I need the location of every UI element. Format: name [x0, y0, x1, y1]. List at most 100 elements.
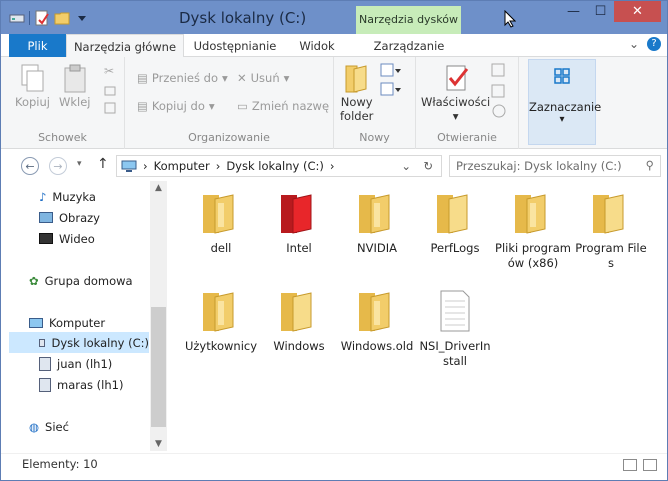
folder-item[interactable]: PerfLogs: [417, 189, 493, 256]
nav-item-music[interactable]: ♪ Muzyka: [39, 186, 96, 207]
tab-file[interactable]: Plik: [9, 34, 66, 57]
folder-icon: [345, 65, 367, 93]
large-icons-view-icon[interactable]: [643, 459, 657, 471]
details-view-icon[interactable]: [623, 459, 637, 471]
delete-label: Usuń: [250, 71, 280, 85]
up-arrow-icon[interactable]: ↑: [97, 156, 109, 172]
chevron-down-icon[interactable]: ⌄: [401, 159, 411, 173]
nav-item-homegroup[interactable]: ✿ Grupa domowa: [29, 270, 133, 291]
file-item[interactable]: NSI_DriverInstall: [417, 287, 493, 369]
nav-item-maras[interactable]: maras (lh1): [39, 374, 123, 395]
computer-icon: [121, 160, 137, 172]
drive-icon: [39, 338, 46, 347]
minimize-button[interactable]: —: [560, 1, 587, 22]
file-list: dell Intel NVIDIA PerfLogs Pliki program…: [167, 181, 667, 451]
move-icon: ▤: [137, 71, 148, 85]
copy-button[interactable]: Kopiuj: [15, 63, 50, 109]
group-new: Nowy folder Nowy: [334, 57, 416, 149]
folder-item[interactable]: Windows: [261, 287, 337, 354]
chevron-right-icon: ›: [143, 159, 148, 173]
select-grid-icon: [554, 68, 570, 84]
nav-item-pictures[interactable]: Obrazy: [39, 207, 100, 228]
nav-item-network[interactable]: ◍ Sieć: [29, 416, 69, 437]
nav-label: Komputer: [49, 315, 106, 330]
forward-button[interactable]: →: [49, 157, 67, 175]
nav-item-juan[interactable]: juan (lh1): [39, 353, 112, 374]
delete-button[interactable]: ✕ Usuń ▾: [237, 71, 289, 85]
recent-chevron-icon[interactable]: ▾: [77, 159, 82, 169]
group-label-open: Otwieranie: [437, 131, 497, 144]
nav-label: Dysk lokalny (C:): [51, 335, 149, 350]
paste-button[interactable]: Wklej: [59, 63, 91, 109]
maximize-button[interactable]: ☐: [587, 1, 614, 22]
scrollbar-thumb[interactable]: [151, 307, 166, 427]
item-label: NVIDIA: [357, 241, 397, 255]
folder-icon: [203, 194, 234, 234]
new-item-icons[interactable]: [380, 63, 402, 99]
customize-toolbar-icon[interactable]: [74, 10, 90, 26]
folder-item[interactable]: Użytkownicy: [183, 287, 259, 354]
back-button[interactable]: ←: [21, 157, 39, 175]
nav-label: juan (lh1): [57, 356, 113, 371]
chevron-down-icon: ▾: [208, 99, 215, 113]
refresh-icon[interactable]: ↻: [423, 159, 433, 173]
folder-icon: [203, 292, 234, 332]
close-button[interactable]: ✕: [614, 1, 661, 22]
search-input[interactable]: Przeszukaj: Dysk lokalny (C:) ⚲: [449, 155, 661, 177]
item-label: dell: [210, 241, 232, 255]
nav-item-local-disk[interactable]: Dysk lokalny (C:): [9, 332, 149, 353]
status-bar: Elementy: 10: [1, 453, 667, 480]
item-label: Program Files: [575, 241, 647, 270]
folder-item[interactable]: Program Files: [573, 189, 649, 271]
new-folder-label-line2: folder: [340, 109, 374, 123]
copy-to-button[interactable]: ▤ Kopiuj do ▾: [137, 99, 215, 113]
copy-icon: [21, 64, 44, 92]
navigation-pane: ♪ Muzyka Obrazy Wideo ✿ Grupa domowa Kompu…: [1, 181, 167, 451]
tab-home[interactable]: Narzędzia główne: [66, 34, 184, 58]
paste-label: Wklej: [59, 95, 91, 109]
nav-label: Obrazy: [59, 210, 100, 225]
group-label-clipboard: Schowek: [38, 131, 87, 144]
new-folder-button[interactable]: Nowy folder: [340, 63, 373, 123]
copyto-label: Kopiuj do: [151, 99, 205, 113]
folder-icon: [515, 194, 546, 234]
help-icon[interactable]: ?: [647, 37, 661, 51]
nav-item-computer[interactable]: Komputer: [29, 312, 105, 333]
explorer-window: Dysk lokalny (C:) Narzędzia dysków — ☐ ✕…: [0, 0, 668, 481]
item-label: PerfLogs: [430, 241, 480, 255]
new-folder-icon[interactable]: [54, 10, 70, 26]
folder-item[interactable]: dell: [183, 189, 259, 256]
paste-icon: [64, 64, 86, 93]
folder-item[interactable]: Pliki programów (x86): [495, 189, 571, 271]
svg-text:✂: ✂: [104, 64, 114, 78]
tab-share[interactable]: Udostępnianie: [187, 34, 283, 57]
nav-item-videos[interactable]: Wideo: [39, 228, 95, 249]
toolbar-divider: [29, 11, 30, 25]
ribbon: Kopiuj Wklej ✂ Schowek ▤ Przenieś do ▾ ▤ Ko…: [1, 57, 667, 149]
scroll-up-icon[interactable]: ▲: [150, 183, 167, 193]
breadcrumb-computer[interactable]: Komputer: [154, 159, 210, 173]
folder-icon: [281, 292, 312, 332]
address-bar[interactable]: › Komputer › Dysk lokalny (C:) › ⌄ ↻: [116, 155, 442, 177]
view-switch: [623, 459, 657, 471]
move-label: Przenieś do: [151, 71, 218, 85]
rename-button[interactable]: ▭ Zmień nazwę: [237, 99, 329, 113]
folder-icon: [437, 194, 468, 234]
open-edit-history-icons[interactable]: [491, 63, 511, 119]
scroll-down-icon[interactable]: ▼: [150, 439, 167, 449]
nav-label: Wideo: [59, 231, 95, 246]
breadcrumb-drive[interactable]: Dysk lokalny (C:): [226, 159, 324, 173]
folder-item[interactable]: NVIDIA: [339, 189, 415, 256]
select-button[interactable]: Zaznaczanie ▾: [528, 59, 601, 145]
folder-item[interactable]: Intel: [261, 189, 337, 256]
properties-icon[interactable]: [34, 10, 50, 26]
chevron-down-icon[interactable]: ⌄: [629, 37, 639, 51]
drive-icon[interactable]: [9, 10, 25, 26]
folder-item[interactable]: Windows.old: [339, 287, 415, 354]
properties-button[interactable]: Właściwości ▾: [421, 63, 490, 123]
network-drive-icon: [39, 356, 51, 371]
tab-view[interactable]: Widok: [289, 34, 345, 57]
move-to-button[interactable]: ▤ Przenieś do ▾: [137, 71, 228, 85]
cut-copypath-icons[interactable]: ✂: [104, 63, 116, 115]
tab-manage[interactable]: Zarządzanie: [357, 34, 461, 57]
